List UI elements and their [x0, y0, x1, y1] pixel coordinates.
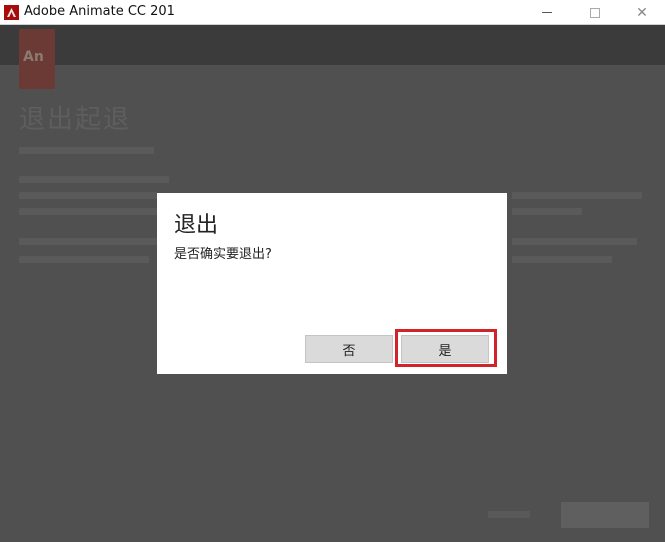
- window-title: Adobe Animate CC 201: [24, 4, 175, 19]
- yes-button[interactable]: 是: [401, 335, 489, 363]
- minimize-button[interactable]: [524, 0, 570, 25]
- window-titlebar[interactable]: Adobe Animate CC 201 ✕: [0, 0, 665, 25]
- close-icon: ✕: [636, 4, 648, 21]
- dialog-message: 是否确实要退出?: [174, 247, 272, 262]
- blurred-text-line: [19, 256, 149, 263]
- blurred-text-line: [512, 238, 637, 245]
- blurred-footer-button: [561, 502, 649, 528]
- blurred-text-line: [512, 208, 582, 215]
- quit-confirm-dialog: 退出 是否确实要退出? 否 是: [157, 193, 507, 374]
- maximize-button[interactable]: [572, 0, 618, 25]
- no-button[interactable]: 否: [305, 335, 393, 363]
- maximize-icon: [590, 7, 600, 18]
- blurred-text-line: [512, 256, 612, 263]
- minimize-icon: [542, 12, 552, 13]
- blurred-text-line: [19, 176, 169, 183]
- installer-header-bar: [0, 25, 665, 65]
- blurred-text-line: [512, 192, 642, 199]
- installer-heading: 退出起退: [19, 105, 132, 135]
- animate-logo: An: [19, 29, 55, 89]
- adobe-app-icon: [4, 5, 19, 20]
- blurred-text-line: [19, 192, 157, 199]
- blurred-text-line: [19, 147, 154, 154]
- blurred-text-line: [19, 238, 157, 245]
- dialog-title: 退出: [174, 213, 219, 238]
- close-button[interactable]: ✕: [619, 0, 665, 25]
- blurred-text-line: [19, 208, 157, 215]
- blurred-footer-link: [488, 511, 530, 518]
